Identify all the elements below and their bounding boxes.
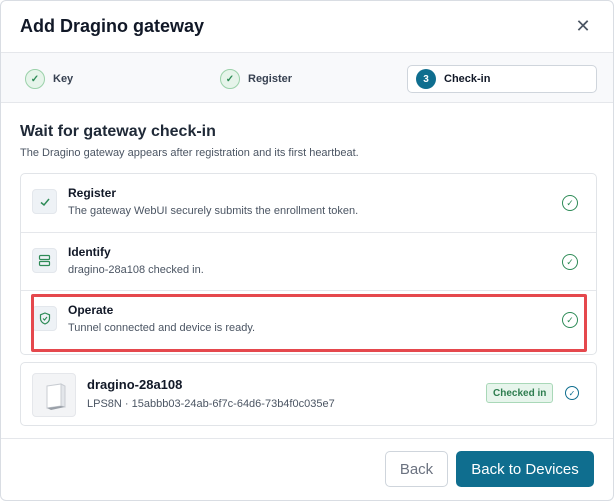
step-label: Register — [248, 73, 293, 85]
checklist-desc: dragino-28a108 checked in. — [68, 264, 204, 276]
checklist-title: Identify — [68, 245, 111, 259]
back-button[interactable]: Back — [385, 451, 448, 487]
check-circle-icon: ✓ — [562, 254, 578, 270]
check-circle-icon: ✓ — [565, 386, 579, 400]
dialog-header: Add Dragino gateway ✕ — [1, 1, 613, 53]
server-icon — [32, 248, 57, 273]
checklist-desc: Tunnel connected and device is ready. — [68, 322, 256, 334]
checklist-item-operate: Operate Tunnel connected and device is r… — [21, 290, 596, 348]
checklist-desc: The gateway WebUI securely submits the e… — [68, 205, 359, 217]
step-register[interactable]: ✓ Register — [220, 65, 292, 93]
section-subtitle: The Dragino gateway appears after regist… — [20, 147, 359, 159]
stepper: ✓ Key ✓ Register 3 Check-in — [1, 53, 613, 103]
check-circle-icon: ✓ — [220, 69, 240, 89]
step-check-in[interactable]: 3 Check-in — [407, 65, 597, 93]
checklist-item-identify: Identify dragino-28a108 checked in. ✓ — [21, 232, 596, 290]
close-icon[interactable]: ✕ — [573, 16, 593, 37]
device-name: dragino-28a108 — [87, 377, 183, 392]
checklist-item-register: Register The gateway WebUI securely subm… — [21, 174, 596, 232]
check-circle-icon: ✓ — [25, 69, 45, 89]
check-circle-icon: ✓ — [562, 312, 578, 328]
add-gateway-dialog: Add Dragino gateway ✕ ✓ Key ✓ Register 3… — [0, 0, 614, 501]
device-meta: LPS8N · 15abbb03-24ab-6f7c-64d6-73b4f0c0… — [87, 398, 335, 410]
dialog-footer: Back Back to Devices — [1, 438, 613, 500]
shield-icon — [32, 306, 57, 331]
back-to-devices-button[interactable]: Back to Devices — [456, 451, 594, 487]
check-icon — [32, 189, 57, 214]
checkin-checklist: Register The gateway WebUI securely subm… — [20, 173, 597, 355]
device-card: dragino-28a108 LPS8N · 15abbb03-24ab-6f7… — [20, 362, 597, 426]
step-number: 3 — [416, 69, 436, 89]
checklist-title: Operate — [68, 303, 114, 317]
status-badge: Checked in — [486, 383, 554, 403]
dialog-title: Add Dragino gateway — [20, 16, 205, 36]
device-image — [32, 373, 76, 417]
section-title: Wait for gateway check-in — [20, 123, 216, 140]
checklist-title: Register — [68, 186, 117, 200]
step-key[interactable]: ✓ Key — [25, 65, 73, 93]
step-label: Check-in — [444, 73, 491, 85]
check-circle-icon: ✓ — [562, 195, 578, 211]
step-label: Key — [53, 73, 74, 85]
